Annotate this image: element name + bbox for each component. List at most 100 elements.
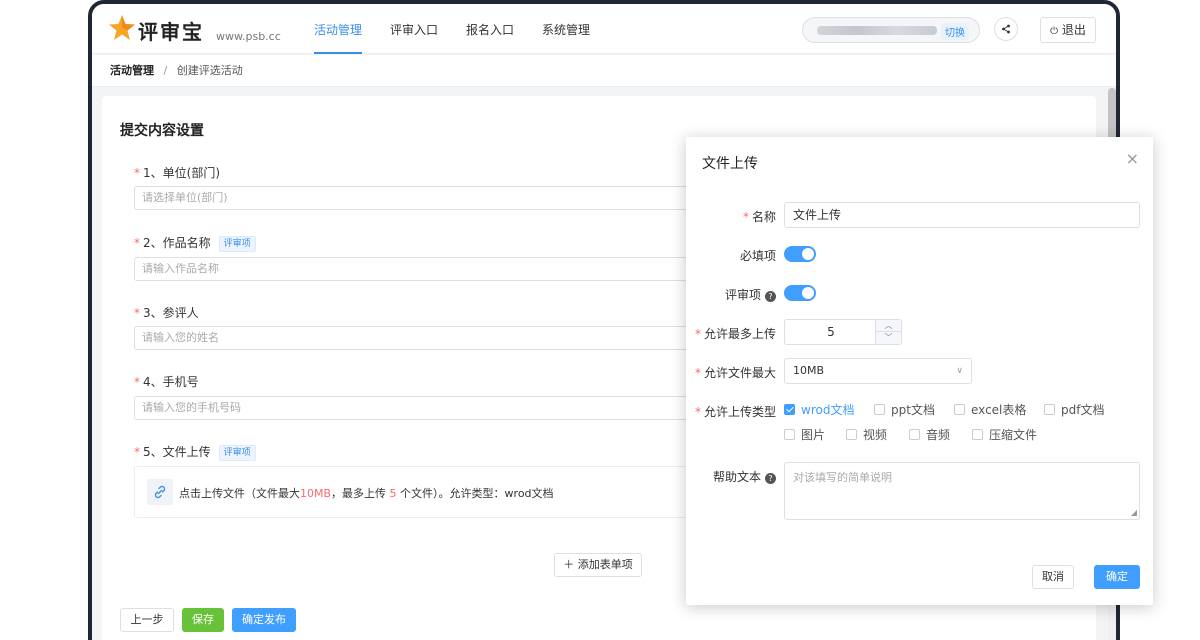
unit-select[interactable]: 请选择单位(部门): [134, 186, 774, 210]
checkbox-box: [846, 429, 857, 440]
required-mark: *: [694, 366, 701, 380]
max-upload-label: * 允许最多上传: [686, 325, 776, 342]
upload-max-count: 5: [389, 487, 397, 500]
file-upload-dialog: 文件上传 × * 名称 文件上传 必填项 评审项? * 允许最多上传 5 ︿ ﹀ *…: [686, 137, 1153, 605]
checkbox-archive[interactable]: 压缩文件: [972, 429, 1037, 443]
field-label-text: 3、参评人: [143, 306, 199, 320]
work-name-input[interactable]: 请输入作品名称: [134, 257, 774, 281]
name-label: * 名称: [686, 208, 776, 225]
field-label-text: 1、单位(部门): [143, 166, 220, 180]
nav-system-management[interactable]: 系统管理: [542, 4, 590, 54]
required-mark: *: [134, 306, 140, 320]
max-size-label-text: 允许文件最大: [703, 366, 776, 380]
share-icon: [1002, 24, 1010, 34]
checkbox-ppt[interactable]: ppt文档: [874, 404, 935, 418]
review-item-tag: 评审项: [218, 236, 256, 252]
upload-max-size: 10MB: [300, 487, 332, 500]
nav-signup-entry[interactable]: 报名入口: [466, 4, 514, 54]
required-mark: *: [742, 210, 749, 224]
upload-hint-suffix: 个文件）。允许类型：wrod文档: [400, 487, 554, 500]
help-icon[interactable]: ?: [765, 473, 776, 484]
publish-button[interactable]: 确定发布: [232, 608, 296, 632]
file-upload-area[interactable]: 点击上传文件（文件最大10MB，最多上传 5 个文件）。允许类型：wrod文档: [134, 466, 774, 518]
checkbox-box: [972, 429, 983, 440]
switch-account-button[interactable]: 切换: [941, 23, 969, 40]
checkbox-box: [909, 429, 920, 440]
confirm-button[interactable]: 确定: [1094, 565, 1140, 589]
breadcrumb-root[interactable]: 活动管理: [110, 64, 154, 77]
checkbox-label: wrod文档: [801, 403, 855, 417]
required-mark: *: [134, 375, 140, 389]
review-label-text: 评审项: [724, 288, 761, 302]
checkbox-excel[interactable]: excel表格: [954, 404, 1026, 418]
help-text-input[interactable]: 对该填写的简单说明 ◢: [784, 462, 1140, 520]
top-navigation-bar: 评审宝 www.psb.cc 活动管理 评审入口 报名入口 系统管理 切换 ⏻ …: [92, 4, 1116, 54]
help-text-label-text: 帮助文本: [712, 470, 761, 484]
breadcrumb-separator: /: [163, 64, 168, 77]
phone-input[interactable]: 请输入您的手机号码: [134, 396, 774, 420]
max-upload-stepper[interactable]: 5 ︿ ﹀: [784, 319, 902, 345]
checkbox-label: excel表格: [971, 403, 1027, 417]
nav-activity-management[interactable]: 活动管理: [314, 4, 363, 54]
participant-input[interactable]: 请输入您的姓名: [134, 326, 774, 350]
max-upload-label-text: 允许最多上传: [703, 327, 776, 341]
link-icon: [147, 479, 173, 505]
chevron-down-icon[interactable]: ﹀: [875, 332, 901, 344]
checkbox-box: [954, 404, 965, 415]
logout-button[interactable]: ⏻ 退出: [1040, 17, 1096, 43]
help-text-placeholder: 对该填写的简单说明: [793, 471, 892, 484]
field-label-work-name: * 2、作品名称 评审项: [134, 234, 256, 252]
save-button[interactable]: 保存: [182, 608, 224, 632]
field-label-phone: * 4、手机号: [134, 373, 199, 390]
field-label-file-upload: * 5、文件上传 评审项: [134, 443, 256, 461]
close-icon[interactable]: ×: [1126, 151, 1139, 167]
add-form-item-label: 添加表单项: [577, 558, 633, 571]
chevron-up-icon[interactable]: ︿: [875, 320, 901, 332]
required-mark: *: [134, 236, 140, 250]
previous-step-button[interactable]: 上一步: [120, 608, 174, 632]
upload-hint-prefix: 点击上传文件（文件最大: [179, 487, 300, 500]
upload-hint-middle: ，最多上传: [331, 487, 387, 500]
field-label-participant: * 3、参评人: [134, 304, 199, 321]
checkbox-box: [874, 404, 885, 415]
user-account-pill[interactable]: 切换: [802, 17, 980, 43]
logo-url: www.psb.cc: [216, 30, 281, 43]
checkbox-image[interactable]: 图片: [784, 429, 825, 443]
review-toggle-label: 评审项?: [686, 286, 776, 303]
field-label-text: 4、手机号: [143, 375, 199, 389]
checkbox-video[interactable]: 视频: [846, 429, 887, 443]
required-toggle[interactable]: [784, 246, 816, 262]
required-toggle-label: 必填项: [739, 249, 776, 263]
checkbox-box: [784, 429, 795, 440]
checkbox-label: pdf文档: [1061, 403, 1105, 417]
main-nav: 活动管理 评审入口 报名入口 系统管理: [314, 4, 618, 54]
section-title: 提交内容设置: [120, 123, 204, 139]
max-size-label: * 允许文件最大: [686, 364, 776, 381]
cancel-button[interactable]: 取消: [1032, 565, 1074, 589]
power-icon: ⏻: [1050, 26, 1059, 37]
checkbox-label: 视频: [863, 428, 888, 442]
field-label-text: 5、文件上传: [143, 445, 211, 459]
dialog-title: 文件上传: [702, 156, 758, 172]
max-upload-value[interactable]: 5: [785, 320, 877, 344]
checkbox-box: [1044, 404, 1055, 415]
help-icon[interactable]: ?: [765, 291, 776, 302]
share-button[interactable]: [994, 17, 1018, 41]
nav-review-entry[interactable]: 评审入口: [390, 4, 438, 54]
required-mark: *: [694, 405, 701, 419]
name-input[interactable]: 文件上传: [784, 202, 1140, 228]
breadcrumb: 活动管理 / 创建评选活动: [92, 55, 1116, 87]
max-size-select[interactable]: 10MB ∨: [784, 358, 972, 384]
checkbox-pdf[interactable]: pdf文档: [1044, 404, 1104, 418]
help-text-label: 帮助文本?: [686, 468, 776, 485]
add-form-item-button[interactable]: ＋ 添加表单项: [554, 553, 642, 577]
checkbox-word[interactable]: wrod文档: [784, 404, 854, 418]
star-logo-icon: [109, 15, 135, 40]
review-toggle[interactable]: [784, 285, 816, 301]
field-label-text: 2、作品名称: [143, 236, 211, 250]
required-mark: *: [134, 166, 140, 180]
name-label-text: 名称: [751, 210, 776, 224]
plus-icon: ＋: [563, 558, 575, 571]
resize-grip-icon[interactable]: ◢: [1131, 508, 1137, 517]
checkbox-audio[interactable]: 音频: [909, 429, 950, 443]
